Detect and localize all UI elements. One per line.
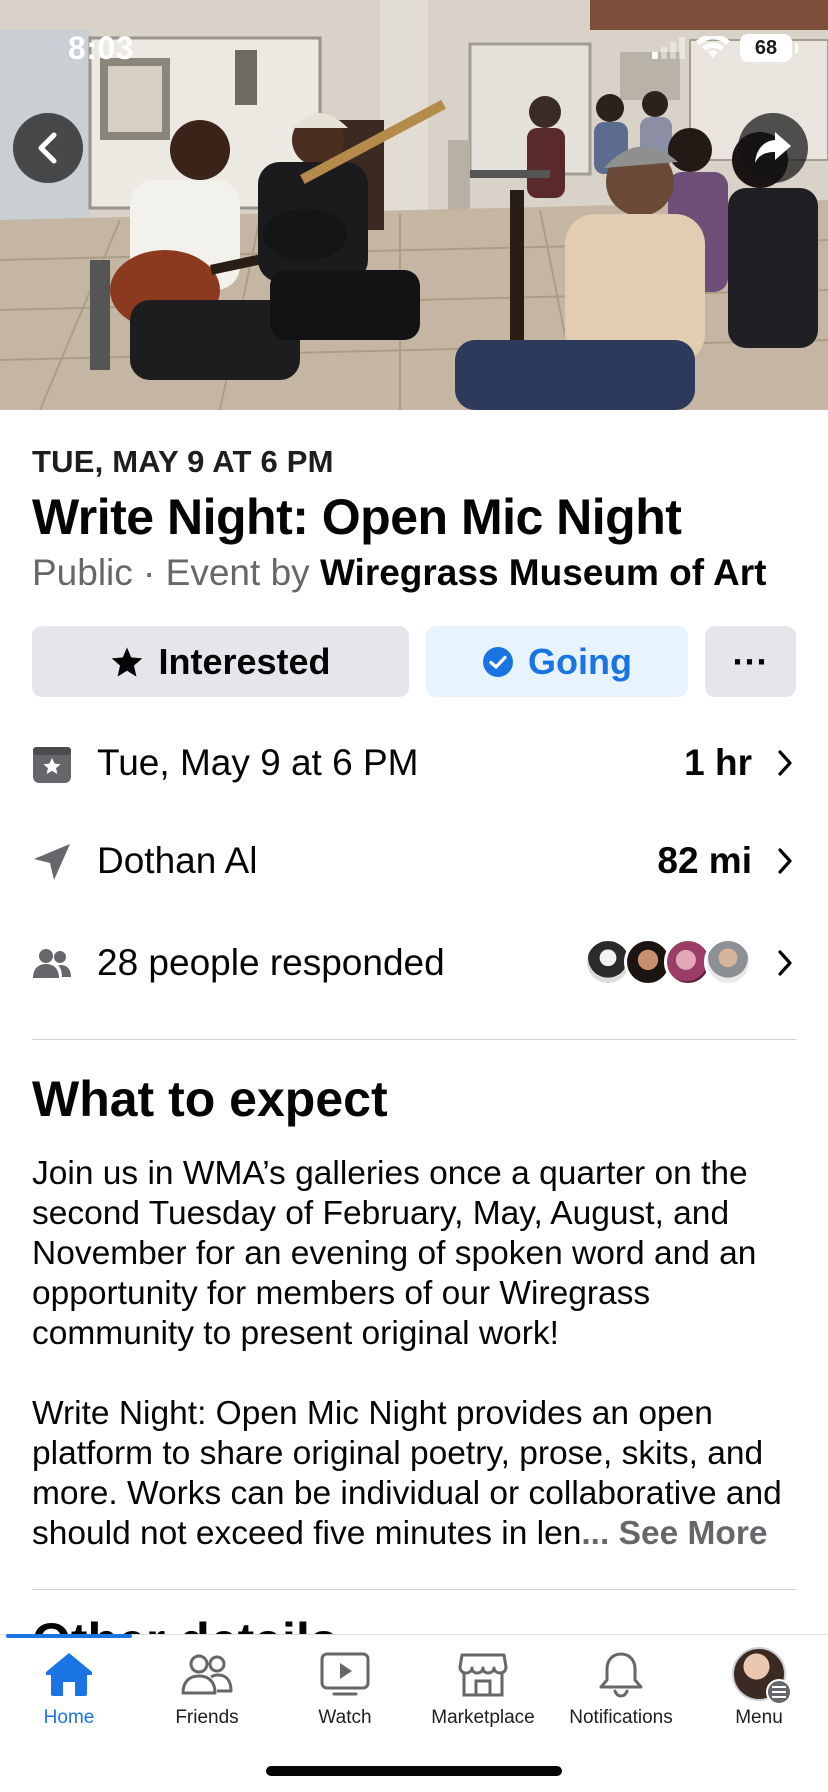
calendar-star-icon [33, 747, 71, 783]
description-ellipsis: ... [581, 1515, 619, 1552]
tab-home[interactable]: Home [0, 1645, 138, 1745]
watch-icon [320, 1652, 370, 1696]
chevron-right-icon [778, 848, 792, 874]
event-cover-photo: 8:03 68 [0, 0, 828, 410]
about-section-title: What to expect [32, 1071, 388, 1127]
active-tab-indicator [6, 1634, 132, 1638]
marketplace-icon [458, 1653, 508, 1697]
responder-avatars [584, 938, 754, 988]
tab-label: Watch [318, 1707, 372, 1728]
people-icon [33, 949, 71, 978]
check-circle-icon [482, 646, 514, 678]
status-bar: 8:03 68 [0, 0, 828, 100]
going-label: Going [528, 640, 632, 682]
tab-label: Marketplace [431, 1707, 535, 1728]
chevron-left-icon [38, 132, 57, 164]
battery-indicator: 68 [740, 34, 798, 62]
interested-button[interactable]: Interested [32, 626, 409, 697]
event-date-heading: TUE, MAY 9 AT 6 PM [32, 444, 334, 479]
event-meta: Public · Event by Wiregrass Museum of Ar… [32, 552, 766, 594]
tab-friends[interactable]: Friends [138, 1645, 276, 1745]
tab-label: Menu [735, 1707, 783, 1728]
event-privacy: Public [32, 552, 133, 593]
friends-icon [181, 1654, 233, 1695]
share-arrow-icon [755, 132, 791, 163]
home-indicator [266, 1766, 562, 1776]
event-responses-row[interactable]: 28 people responded [32, 934, 796, 994]
tab-marketplace[interactable]: Marketplace [414, 1645, 552, 1745]
home-icon [46, 1653, 92, 1696]
event-location-row[interactable]: Dothan Al 82 mi [32, 832, 796, 892]
event-date-row[interactable]: Tue, May 9 at 6 PM 1 hr [32, 734, 796, 794]
event-distance: 82 mi [657, 840, 752, 881]
bell-icon [599, 1652, 643, 1698]
event-title: Write Night: Open Mic Night [32, 489, 682, 545]
tab-label: Notifications [569, 1707, 673, 1728]
profile-avatar [732, 1647, 792, 1705]
tab-menu[interactable]: Menu [690, 1645, 828, 1745]
section-divider [32, 1039, 796, 1040]
tab-label: Friends [175, 1707, 239, 1728]
event-by-prefix: Event by [165, 552, 320, 593]
location-arrow-icon [34, 844, 70, 880]
event-description: Join us in WMA’s galleries once a quarte… [32, 1154, 802, 1554]
status-time: 8:03 [68, 30, 135, 66]
event-date-text: Tue, May 9 at 6 PM [97, 742, 419, 783]
tab-watch[interactable]: Watch [276, 1645, 414, 1745]
see-more-link[interactable]: See More [619, 1515, 768, 1552]
description-paragraph: Write Night: Open Mic Night provides an … [32, 1394, 802, 1554]
event-duration: 1 hr [684, 742, 752, 783]
more-options-label: ··· [732, 640, 769, 682]
star-icon [110, 646, 144, 678]
wifi-icon [696, 36, 730, 58]
share-button[interactable] [738, 113, 808, 183]
meta-separator: · [132, 552, 166, 593]
event-host-link[interactable]: Wiregrass Museum of Art [320, 552, 767, 593]
event-location-text: Dothan Al [97, 840, 258, 881]
back-button[interactable] [13, 113, 83, 183]
avatar [704, 938, 752, 986]
chevron-right-icon [778, 950, 792, 976]
cellular-signal-icon [652, 37, 685, 59]
description-paragraph: Join us in WMA’s galleries once a quarte… [32, 1155, 757, 1352]
status-icons: 68 [652, 34, 798, 62]
tab-label: Home [43, 1707, 95, 1728]
responses-text: 28 people responded [97, 942, 445, 983]
hamburger-menu-icon [766, 1679, 792, 1705]
section-divider [32, 1589, 796, 1590]
tab-notifications[interactable]: Notifications [552, 1645, 690, 1745]
more-options-button[interactable]: ··· [705, 626, 796, 697]
interested-label: Interested [158, 640, 331, 682]
going-button[interactable]: Going [426, 626, 688, 697]
chevron-right-icon [778, 750, 792, 776]
